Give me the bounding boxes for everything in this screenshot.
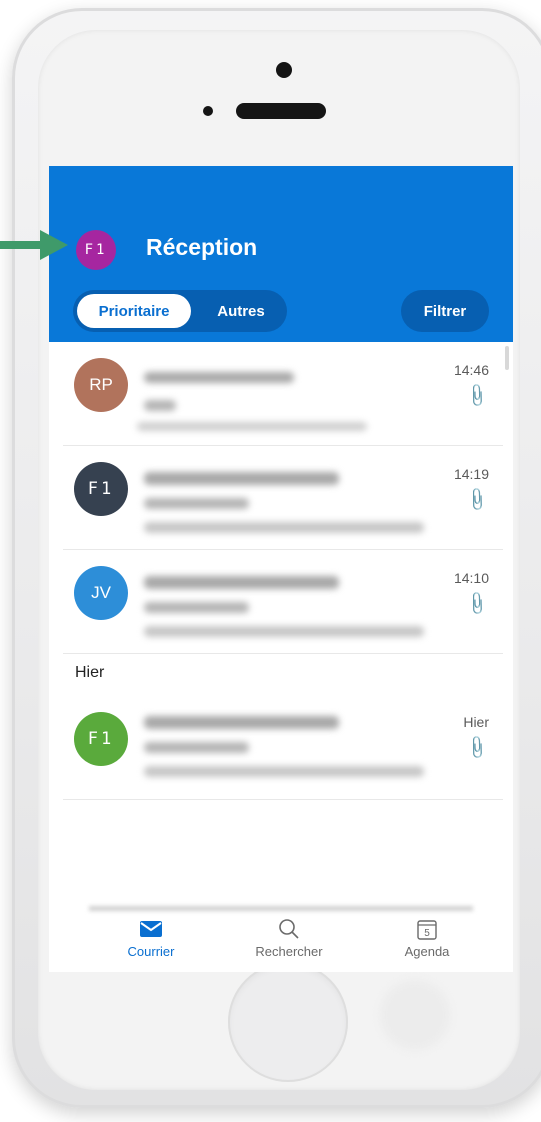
mail-icon	[101, 918, 201, 940]
row-divider	[63, 799, 503, 800]
attachment-icon: 📎	[463, 735, 490, 762]
attachment-icon: 📎	[463, 591, 490, 618]
sender-initials: JV	[91, 583, 111, 602]
redacted-preview	[144, 626, 424, 637]
nav-rechercher[interactable]: Rechercher	[239, 918, 339, 959]
earpiece-speaker	[236, 103, 326, 119]
front-camera	[276, 62, 292, 78]
search-icon	[239, 918, 339, 940]
message-row[interactable]: RP 14:46 📎	[49, 342, 513, 446]
nav-label: Rechercher	[255, 944, 323, 959]
redacted-subject	[144, 742, 249, 753]
inbox-tab-switch: Prioritaire Autres	[73, 290, 287, 332]
sender-avatar: RP	[74, 358, 128, 412]
sender-avatar: JV	[74, 566, 128, 620]
account-avatar-initials: F1	[84, 242, 108, 258]
proximity-sensor	[203, 106, 213, 116]
blurred-banner	[89, 906, 473, 911]
page-title: Réception	[146, 234, 258, 260]
sender-avatar: F1	[74, 462, 128, 516]
attachment-icon: 📎	[463, 487, 490, 514]
redacted-preview	[137, 422, 367, 431]
redacted-sender	[144, 716, 339, 729]
nav-label: Agenda	[404, 944, 450, 959]
app-screen: F1 Réception Prioritaire Autres Filtrer …	[49, 166, 513, 972]
redacted-subject	[144, 498, 249, 509]
home-button[interactable]	[228, 962, 348, 1082]
redacted-sender	[144, 472, 339, 485]
filter-button[interactable]: Filtrer	[401, 290, 489, 332]
sender-initials: F1	[87, 479, 115, 499]
redacted-subject	[144, 400, 176, 411]
account-avatar[interactable]: F1	[76, 230, 116, 270]
attachment-icon: 📎	[463, 383, 490, 410]
svg-text:5: 5	[424, 928, 430, 939]
message-time: Hier	[463, 714, 489, 730]
row-divider	[63, 653, 503, 654]
nav-label: Courrier	[127, 944, 175, 959]
inbox-header: F1 Réception Prioritaire Autres Filtrer	[49, 166, 513, 342]
message-row[interactable]: JV 14:10 📎	[49, 550, 513, 654]
sender-initials: RP	[89, 375, 113, 394]
redacted-preview	[144, 522, 424, 533]
message-time: 14:46	[453, 362, 489, 378]
redacted-preview	[144, 766, 424, 777]
calendar-icon: 5	[377, 918, 477, 940]
sender-avatar: F1	[74, 712, 128, 766]
message-row[interactable]: F1 Hier 📎	[49, 696, 513, 800]
message-time: 14:10	[453, 570, 489, 586]
pointer-arrow-icon	[0, 230, 68, 260]
nav-courrier[interactable]: Courrier	[101, 918, 201, 959]
blurred-reflection	[380, 980, 450, 1050]
redacted-subject	[144, 602, 249, 613]
redacted-sender	[144, 576, 339, 589]
bottom-navigation: Courrier Rechercher 5 Agenda	[49, 902, 513, 972]
message-time: 14:19	[453, 466, 489, 482]
message-row[interactable]: F1 14:19 📎	[49, 446, 513, 550]
redacted-sender	[144, 372, 294, 383]
section-header-yesterday: Hier	[75, 664, 105, 681]
nav-agenda[interactable]: 5 Agenda	[377, 918, 477, 959]
tab-autres[interactable]: Autres	[201, 294, 281, 328]
tab-prioritaire[interactable]: Prioritaire	[77, 294, 191, 328]
sender-initials: F1	[87, 729, 115, 749]
